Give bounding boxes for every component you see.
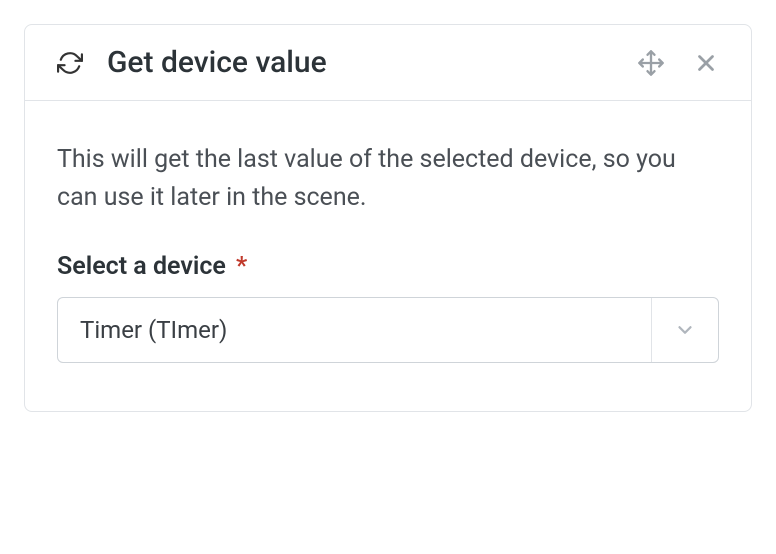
device-select-label: Select a device * bbox=[57, 252, 719, 281]
description-text: This will get the last value of the sele… bbox=[57, 141, 719, 216]
get-device-value-card: Get device value This will g bbox=[24, 24, 752, 412]
refresh-icon bbox=[57, 50, 83, 76]
card-body: This will get the last value of the sele… bbox=[25, 101, 751, 411]
chevron-down-icon bbox=[651, 298, 718, 362]
device-select-value: Timer (TImer) bbox=[58, 298, 651, 362]
header-actions bbox=[637, 49, 719, 77]
required-mark: * bbox=[236, 252, 247, 281]
field-label-text: Select a device bbox=[57, 252, 226, 281]
close-icon[interactable] bbox=[693, 50, 719, 76]
device-select[interactable]: Timer (TImer) bbox=[57, 297, 719, 363]
card-header: Get device value bbox=[25, 25, 751, 101]
card-title: Get device value bbox=[107, 45, 637, 80]
move-icon[interactable] bbox=[637, 49, 665, 77]
